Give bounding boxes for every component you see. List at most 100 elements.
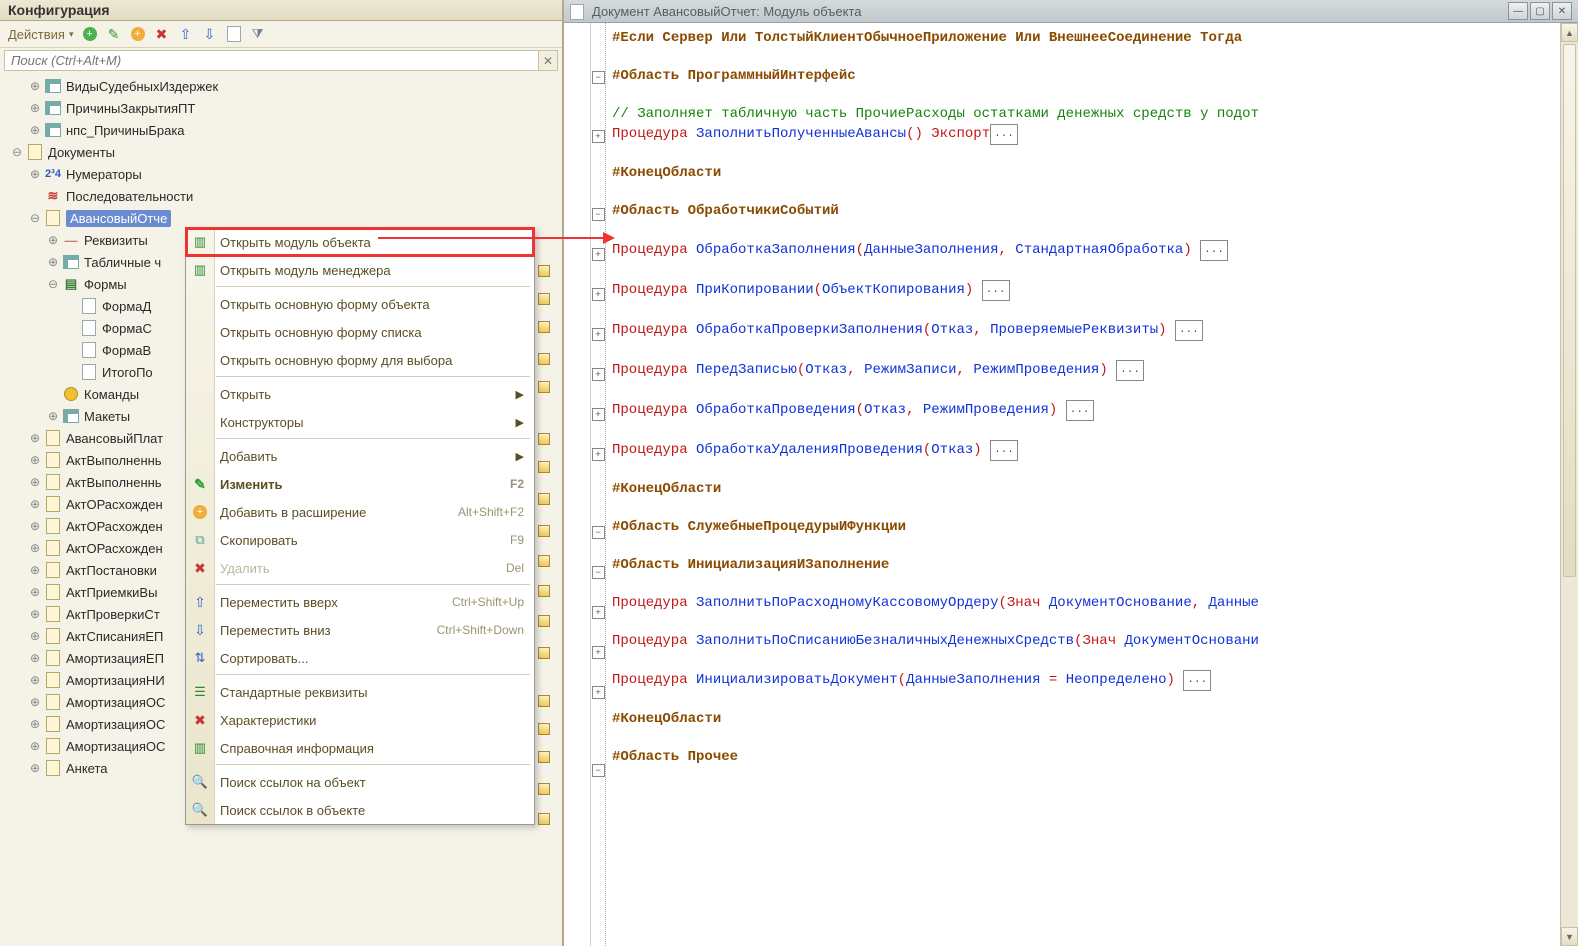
page-button[interactable] [224,24,244,44]
tree-item[interactable]: ≋Последовательности [0,185,562,207]
tree-expander[interactable]: ⊕ [28,585,42,599]
tree-expander[interactable]: ⊕ [28,607,42,621]
menu-item[interactable]: +Добавить в расширениеAlt+Shift+F2 [186,498,534,526]
fold-ellipsis[interactable]: ... [1116,360,1144,381]
tree-expander[interactable]: ⊕ [28,761,42,775]
fold-toggle[interactable]: − [592,208,605,221]
menu-item[interactable]: ☰Стандартные реквизиты [186,678,534,706]
fold-toggle[interactable]: + [592,646,605,659]
tree-expander[interactable]: ⊕ [46,255,60,269]
tree-expander[interactable]: ⊕ [28,541,42,555]
tree-item[interactable]: ⊕ВидыСудебныхИздержек [0,75,562,97]
tree-expander[interactable]: ⊕ [28,79,42,93]
menu-item[interactable]: ▥Открыть модуль объекта [186,228,534,256]
scroll-thumb[interactable] [1563,44,1576,577]
menu-item[interactable]: 🔍Поиск ссылок на объект [186,768,534,796]
scroll-down-button[interactable]: ▼ [1561,927,1578,946]
fold-toggle[interactable]: + [592,606,605,619]
actions-menu[interactable]: Действия [6,27,76,42]
tree-expander[interactable]: ⊕ [28,475,42,489]
fold-toggle[interactable]: + [592,328,605,341]
menu-item[interactable]: ⇧Переместить вверхCtrl+Shift+Up [186,588,534,616]
minimize-button[interactable]: — [1508,2,1528,20]
tree-expander[interactable]: ⊕ [28,739,42,753]
code-content[interactable]: #Если Сервер Или ТолстыйКлиентОбычноеПри… [606,23,1560,946]
filter-button[interactable]: ⧩ [248,24,268,44]
fold-rail[interactable]: −+−++++++−−+++− [591,23,606,946]
menu-item[interactable]: Открыть основную форму для выбора [186,346,534,374]
menu-item[interactable]: Открыть основную форму списка [186,318,534,346]
menu-item[interactable]: Конструкторы▶ [186,408,534,436]
context-menu[interactable]: ▥Открыть модуль объекта▥Открыть модуль м… [185,227,535,825]
fold-toggle[interactable]: + [592,368,605,381]
tree-expander[interactable] [28,189,42,203]
menu-item[interactable]: ⇅Сортировать... [186,644,534,672]
tree-expander[interactable] [64,321,78,335]
tree-expander[interactable]: ⊕ [28,101,42,115]
fold-toggle[interactable]: − [592,764,605,777]
fold-toggle[interactable]: + [592,248,605,261]
fold-ellipsis[interactable]: ... [990,440,1018,461]
fold-ellipsis[interactable]: ... [1200,240,1228,261]
move-up-button[interactable]: ⇧ [176,24,196,44]
fold-ellipsis[interactable]: ... [990,124,1018,145]
tree-item[interactable]: ⊕2³4Нумераторы [0,163,562,185]
menu-item[interactable]: Добавить▶ [186,442,534,470]
menu-item[interactable]: ▥Справочная информация [186,734,534,762]
tree-expander[interactable]: ⊕ [46,233,60,247]
fold-ellipsis[interactable]: ... [1066,400,1094,421]
menu-item[interactable]: ⇩Переместить внизCtrl+Shift+Down [186,616,534,644]
fold-toggle[interactable]: + [592,130,605,143]
tree-expander[interactable]: ⊕ [28,673,42,687]
tree-expander[interactable] [64,299,78,313]
tree-expander[interactable]: ⊖ [10,145,24,159]
fold-toggle[interactable]: − [592,71,605,84]
add-ext-button[interactable]: + [128,24,148,44]
vertical-scrollbar[interactable]: ▲ ▼ [1560,23,1578,946]
menu-item[interactable]: 🔍Поиск ссылок в объекте [186,796,534,824]
fold-toggle[interactable]: + [592,448,605,461]
tree-expander[interactable]: ⊕ [28,519,42,533]
tree-expander[interactable]: ⊕ [28,629,42,643]
tree-expander[interactable]: ⊕ [28,431,42,445]
tree-item[interactable]: ⊖АвансовыйОтче [0,207,562,229]
tree-expander[interactable]: ⊕ [28,651,42,665]
tree-expander[interactable]: ⊕ [28,453,42,467]
delete-button[interactable]: ✖ [152,24,172,44]
fold-toggle[interactable]: − [592,566,605,579]
search-clear-button[interactable]: ✕ [539,50,558,71]
tree-item[interactable]: ⊖Документы [0,141,562,163]
tree-expander[interactable]: ⊕ [28,167,42,181]
menu-item[interactable]: ✖Характеристики [186,706,534,734]
menu-item[interactable]: ⧉СкопироватьF9 [186,526,534,554]
menu-item[interactable]: ▥Открыть модуль менеджера [186,256,534,284]
fold-toggle[interactable]: + [592,408,605,421]
fold-ellipsis[interactable]: ... [1175,320,1203,341]
tree-expander[interactable] [64,343,78,357]
scroll-up-button[interactable]: ▲ [1561,23,1578,42]
fold-toggle[interactable]: + [592,288,605,301]
maximize-button[interactable]: ▢ [1530,2,1550,20]
tree-expander[interactable] [64,365,78,379]
search-input[interactable] [4,50,539,71]
tree-expander[interactable] [46,387,60,401]
move-down-button[interactable]: ⇩ [200,24,220,44]
add-button[interactable]: + [80,24,100,44]
tree-expander[interactable]: ⊖ [46,277,60,291]
tree-expander[interactable]: ⊕ [28,123,42,137]
tree-expander[interactable]: ⊕ [28,695,42,709]
edit-button[interactable]: ✎ [104,24,124,44]
fold-ellipsis[interactable]: ... [1183,670,1211,691]
menu-item[interactable]: ✎ИзменитьF2 [186,470,534,498]
menu-item[interactable]: Открыть▶ [186,380,534,408]
tree-expander[interactable]: ⊕ [46,409,60,423]
fold-ellipsis[interactable]: ... [982,280,1010,301]
tree-expander[interactable]: ⊖ [28,211,42,225]
tree-expander[interactable]: ⊕ [28,717,42,731]
tree-expander[interactable]: ⊕ [28,497,42,511]
menu-item[interactable]: Открыть основную форму объекта [186,290,534,318]
tree-item[interactable]: ⊕ПричиныЗакрытияПТ [0,97,562,119]
tree-item[interactable]: ⊕нпс_ПричиныБрака [0,119,562,141]
fold-toggle[interactable]: − [592,526,605,539]
close-button[interactable]: ✕ [1552,2,1572,20]
